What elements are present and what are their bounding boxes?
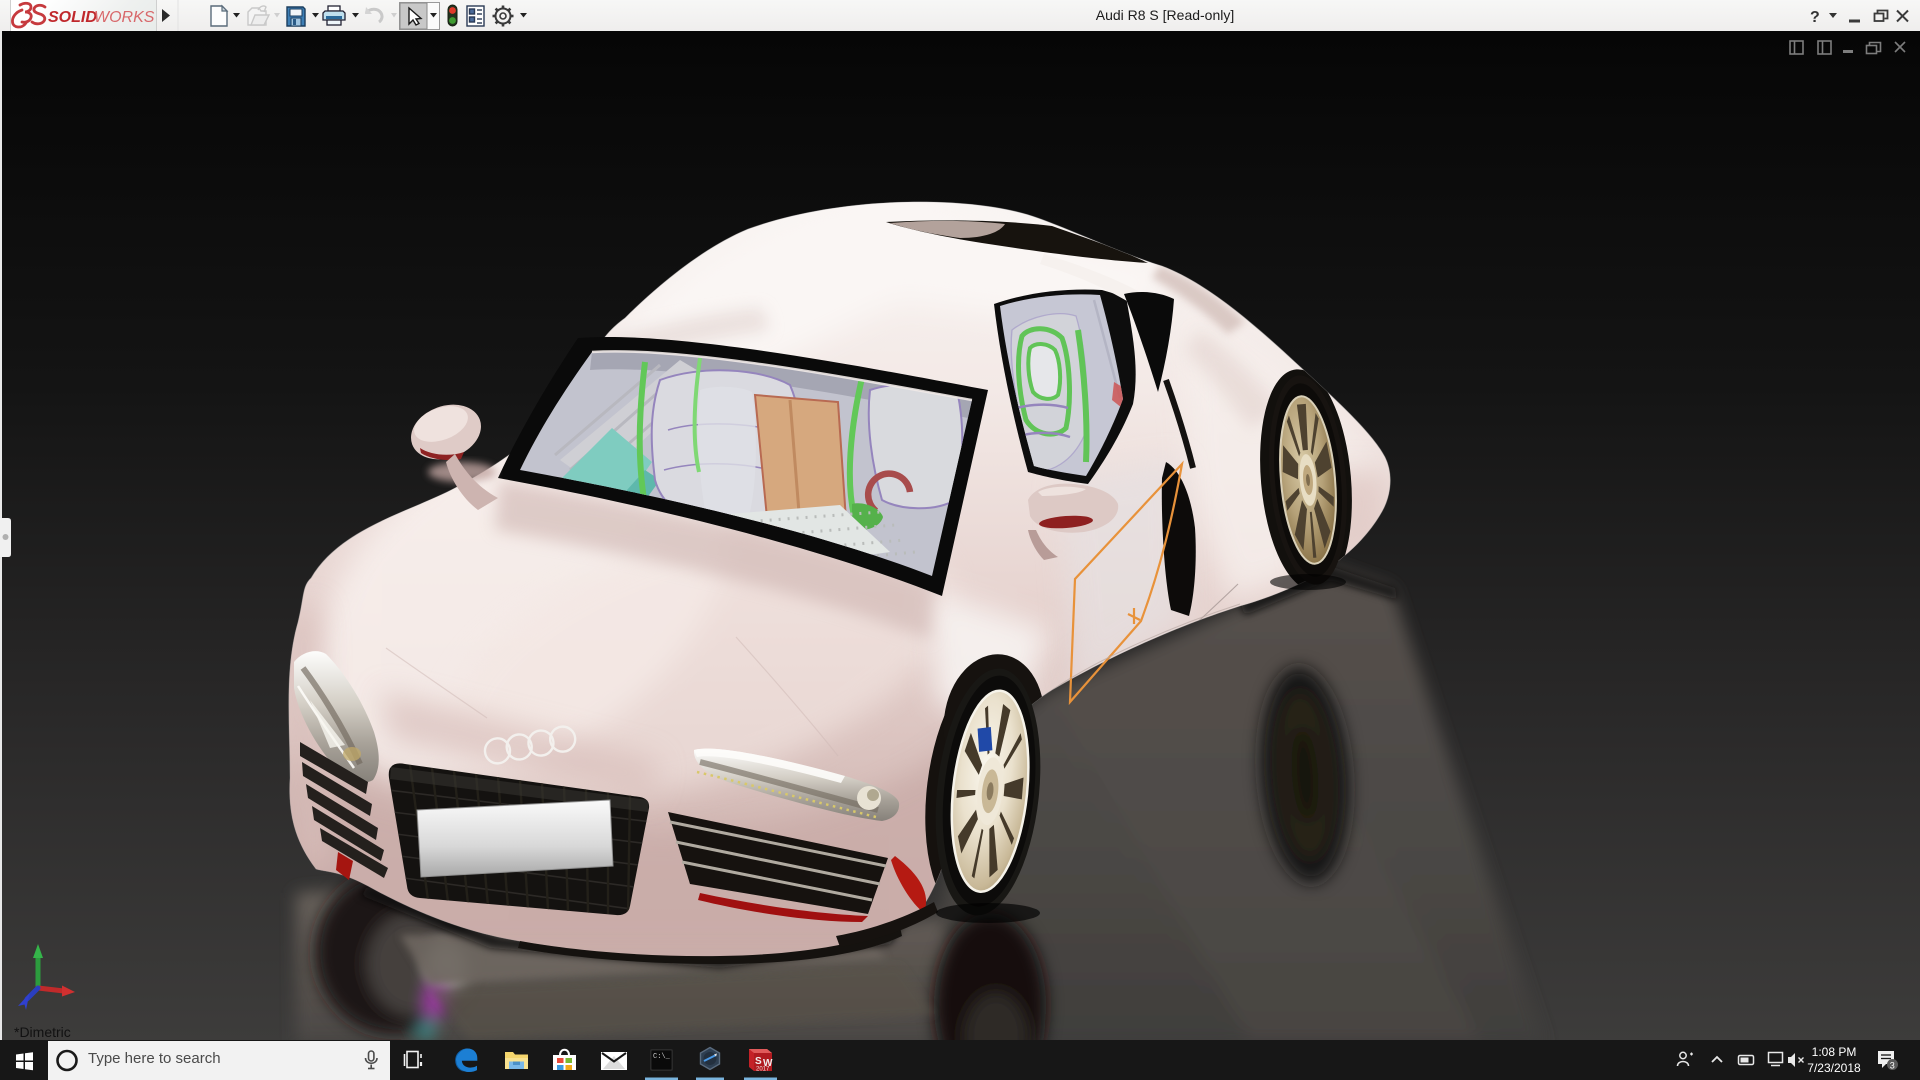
svg-text:WORKS: WORKS (94, 9, 155, 26)
svg-text:2017: 2017 (756, 1067, 770, 1073)
svg-text:?: ? (1810, 9, 1820, 26)
svg-text:C:\_: C:\_ (653, 1053, 671, 1061)
svg-text:3: 3 (1890, 1060, 1895, 1070)
svg-text:*Dimetric: *Dimetric (14, 1024, 71, 1040)
svg-text:SOLID: SOLID (48, 9, 97, 26)
svg-text:S: S (755, 1056, 762, 1067)
